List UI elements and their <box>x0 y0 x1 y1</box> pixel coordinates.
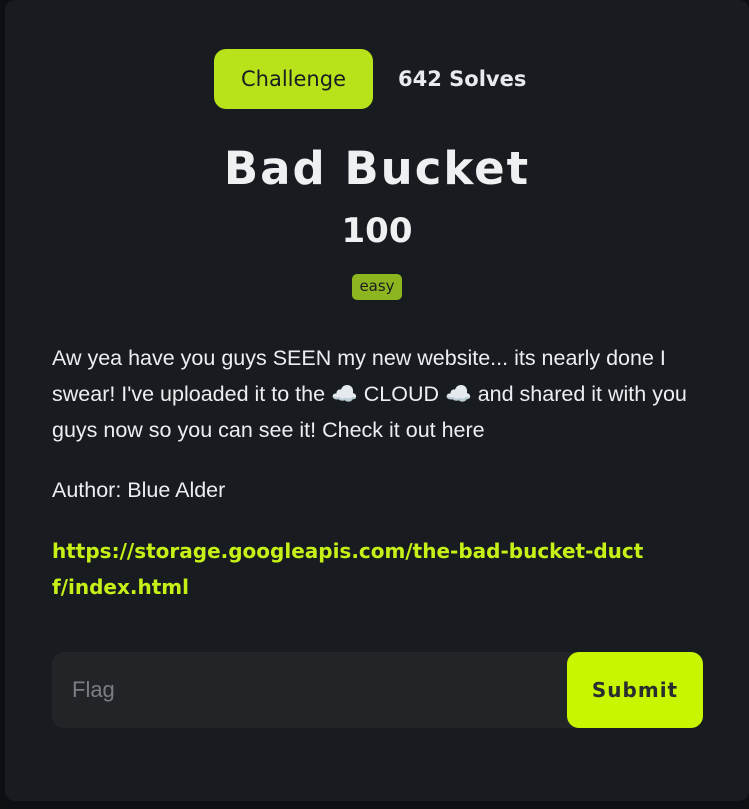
challenge-modal: Challenge 642 Solves Bad Bucket 100 easy… <box>5 0 749 801</box>
modal-tabs: Challenge 642 Solves <box>5 49 749 109</box>
tab-challenge[interactable]: Challenge <box>214 49 373 109</box>
flag-submit-form: Submit <box>52 652 703 728</box>
challenge-points: 100 <box>341 211 413 251</box>
difficulty-badge-wrapper: easy <box>5 274 749 300</box>
difficulty-badge: easy <box>352 274 402 300</box>
challenge-author: Author: Blue Alder <box>52 478 226 502</box>
tab-solves[interactable]: 642 Solves <box>390 49 534 109</box>
challenge-title: Bad Bucket <box>223 142 531 195</box>
challenge-description: Aw yea have you guys SEEN my new website… <box>52 346 687 442</box>
challenge-link[interactable]: https://storage.googleapis.com/the-bad-b… <box>52 533 652 605</box>
submit-button[interactable]: Submit <box>567 652 703 728</box>
flag-input[interactable] <box>52 652 582 728</box>
